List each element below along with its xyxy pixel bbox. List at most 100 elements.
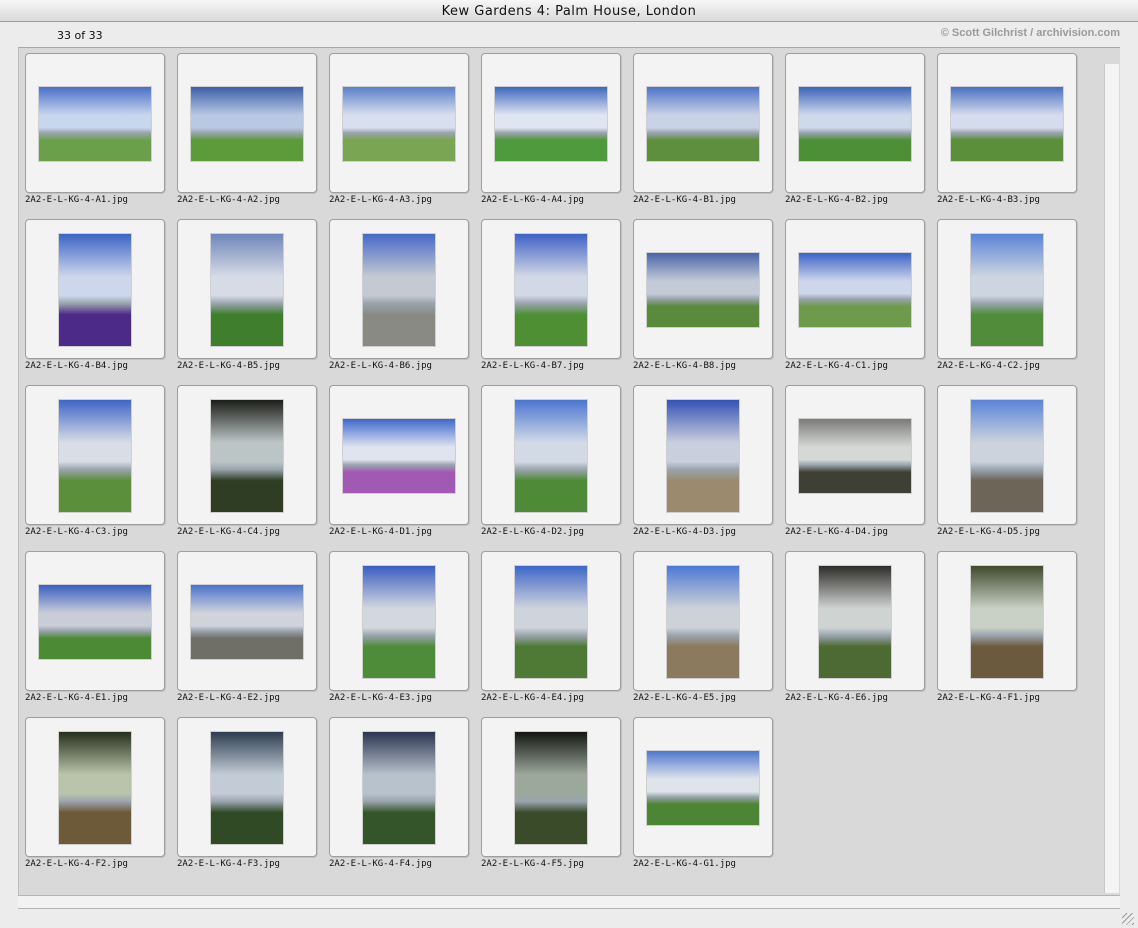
thumbnail-item[interactable]: 2A2-E-L-KG-4-B2.jpg <box>785 53 925 213</box>
thumbnail-item[interactable]: 2A2-E-L-KG-4-A1.jpg <box>25 53 165 213</box>
thumbnail-image[interactable] <box>363 234 435 346</box>
thumbnail-frame[interactable] <box>633 53 773 193</box>
thumbnail-frame[interactable] <box>25 53 165 193</box>
thumbnail-image[interactable] <box>39 87 151 161</box>
thumbnail-image[interactable] <box>495 87 607 161</box>
thumbnail-item[interactable]: 2A2-E-L-KG-4-B5.jpg <box>177 219 317 379</box>
thumbnail-item[interactable]: 2A2-E-L-KG-4-E3.jpg <box>329 551 469 711</box>
thumbnail-frame[interactable] <box>633 717 773 857</box>
thumbnail-frame[interactable] <box>25 219 165 359</box>
thumbnail-image[interactable] <box>363 732 435 844</box>
thumbnail-frame[interactable] <box>177 385 317 525</box>
thumbnail-frame[interactable] <box>633 551 773 691</box>
thumbnail-item[interactable]: 2A2-E-L-KG-4-B3.jpg <box>937 53 1077 213</box>
thumbnail-image[interactable] <box>647 253 759 327</box>
thumbnail-item[interactable]: 2A2-E-L-KG-4-E6.jpg <box>785 551 925 711</box>
thumbnail-image[interactable] <box>515 566 587 678</box>
thumbnail-item[interactable]: 2A2-E-L-KG-4-A4.jpg <box>481 53 621 213</box>
thumbnail-image[interactable] <box>211 400 283 512</box>
thumbnail-item[interactable]: 2A2-E-L-KG-4-B6.jpg <box>329 219 469 379</box>
thumbnail-item[interactable]: 2A2-E-L-KG-4-C4.jpg <box>177 385 317 545</box>
thumbnail-item[interactable]: 2A2-E-L-KG-4-E2.jpg <box>177 551 317 711</box>
thumbnail-item[interactable]: 2A2-E-L-KG-4-F5.jpg <box>481 717 621 877</box>
thumbnail-image[interactable] <box>667 400 739 512</box>
thumbnail-frame[interactable] <box>177 717 317 857</box>
thumbnail-frame[interactable] <box>937 551 1077 691</box>
thumbnail-frame[interactable] <box>785 53 925 193</box>
thumbnail-item[interactable]: 2A2-E-L-KG-4-E4.jpg <box>481 551 621 711</box>
thumbnail-image[interactable] <box>363 566 435 678</box>
thumbnail-image[interactable] <box>211 234 283 346</box>
thumbnail-image[interactable] <box>515 732 587 844</box>
thumbnail-frame[interactable] <box>329 385 469 525</box>
window-titlebar[interactable]: Kew Gardens 4: Palm House, London <box>0 0 1138 22</box>
thumbnail-frame[interactable] <box>177 551 317 691</box>
thumbnail-item[interactable]: 2A2-E-L-KG-4-A2.jpg <box>177 53 317 213</box>
thumbnail-frame[interactable] <box>329 53 469 193</box>
thumbnail-item[interactable]: 2A2-E-L-KG-4-D4.jpg <box>785 385 925 545</box>
thumbnail-frame[interactable] <box>785 551 925 691</box>
thumbnail-image[interactable] <box>39 585 151 659</box>
thumbnail-image[interactable] <box>799 87 911 161</box>
thumbnail-item[interactable]: 2A2-E-L-KG-4-B8.jpg <box>633 219 773 379</box>
thumbnail-frame[interactable] <box>785 219 925 359</box>
thumbnail-image[interactable] <box>799 253 911 327</box>
thumbnail-image[interactable] <box>191 87 303 161</box>
thumbnail-frame[interactable] <box>481 219 621 359</box>
thumbnail-image[interactable] <box>799 419 911 493</box>
thumbnail-frame[interactable] <box>329 717 469 857</box>
thumbnail-image[interactable] <box>343 419 455 493</box>
thumbnail-frame[interactable] <box>481 385 621 525</box>
horizontal-scrollbar[interactable] <box>18 895 1120 909</box>
thumbnail-item[interactable]: 2A2-E-L-KG-4-D5.jpg <box>937 385 1077 545</box>
thumbnail-frame[interactable] <box>329 551 469 691</box>
thumbnail-frame[interactable] <box>25 385 165 525</box>
resize-grip-icon[interactable] <box>1122 913 1134 925</box>
thumbnail-item[interactable]: 2A2-E-L-KG-4-B7.jpg <box>481 219 621 379</box>
thumbnail-image[interactable] <box>211 732 283 844</box>
thumbnail-item[interactable]: 2A2-E-L-KG-4-F2.jpg <box>25 717 165 877</box>
thumbnail-frame[interactable] <box>481 717 621 857</box>
thumbnail-frame[interactable] <box>633 219 773 359</box>
thumbnail-item[interactable]: 2A2-E-L-KG-4-F4.jpg <box>329 717 469 877</box>
thumbnail-item[interactable]: 2A2-E-L-KG-4-C3.jpg <box>25 385 165 545</box>
thumbnail-image[interactable] <box>343 87 455 161</box>
thumbnail-item[interactable]: 2A2-E-L-KG-4-C1.jpg <box>785 219 925 379</box>
thumbnail-item[interactable]: 2A2-E-L-KG-4-D2.jpg <box>481 385 621 545</box>
thumbnail-frame[interactable] <box>633 385 773 525</box>
thumbnail-image[interactable] <box>971 566 1043 678</box>
thumbnail-frame[interactable] <box>937 53 1077 193</box>
thumbnail-image[interactable] <box>515 400 587 512</box>
thumbnail-image[interactable] <box>59 234 131 346</box>
thumbnail-item[interactable]: 2A2-E-L-KG-4-D3.jpg <box>633 385 773 545</box>
thumbnail-item[interactable]: 2A2-E-L-KG-4-E5.jpg <box>633 551 773 711</box>
thumbnail-frame[interactable] <box>329 219 469 359</box>
thumbnail-frame[interactable] <box>937 219 1077 359</box>
thumbnail-image[interactable] <box>667 566 739 678</box>
thumbnail-frame[interactable] <box>937 385 1077 525</box>
thumbnail-frame[interactable] <box>177 219 317 359</box>
thumbnail-image[interactable] <box>647 87 759 161</box>
vertical-scrollbar[interactable] <box>1104 64 1119 893</box>
thumbnail-image[interactable] <box>59 732 131 844</box>
thumbnail-item[interactable]: 2A2-E-L-KG-4-F3.jpg <box>177 717 317 877</box>
thumbnail-item[interactable]: 2A2-E-L-KG-4-E1.jpg <box>25 551 165 711</box>
thumbnail-item[interactable]: 2A2-E-L-KG-4-G1.jpg <box>633 717 773 877</box>
thumbnail-item[interactable]: 2A2-E-L-KG-4-B1.jpg <box>633 53 773 213</box>
thumbnail-item[interactable]: 2A2-E-L-KG-4-C2.jpg <box>937 219 1077 379</box>
thumbnail-image[interactable] <box>971 234 1043 346</box>
thumbnail-frame[interactable] <box>177 53 317 193</box>
thumbnail-item[interactable]: 2A2-E-L-KG-4-D1.jpg <box>329 385 469 545</box>
thumbnail-image[interactable] <box>819 566 891 678</box>
thumbnail-frame[interactable] <box>481 53 621 193</box>
thumbnail-item[interactable]: 2A2-E-L-KG-4-F1.jpg <box>937 551 1077 711</box>
thumbnail-image[interactable] <box>191 585 303 659</box>
thumbnail-frame[interactable] <box>481 551 621 691</box>
thumbnail-image[interactable] <box>59 400 131 512</box>
thumbnail-image[interactable] <box>971 400 1043 512</box>
thumbnail-image[interactable] <box>951 87 1063 161</box>
thumbnail-frame[interactable] <box>25 551 165 691</box>
thumbnail-image[interactable] <box>647 751 759 825</box>
thumbnail-image[interactable] <box>515 234 587 346</box>
thumbnail-frame[interactable] <box>785 385 925 525</box>
